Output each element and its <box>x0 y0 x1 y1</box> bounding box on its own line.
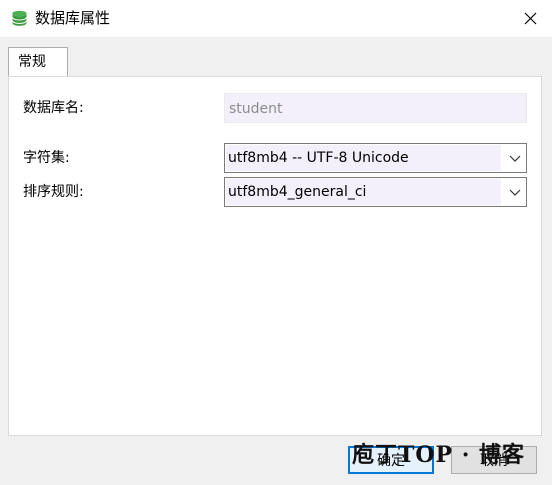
close-icon <box>524 12 536 25</box>
tab-general[interactable]: 常规 <box>8 47 68 77</box>
window-title: 数据库属性 <box>35 9 111 27</box>
charset-value: utf8mb4 -- UTF-8 Unicode <box>226 145 501 171</box>
collation-select[interactable]: utf8mb4_general_ci <box>224 177 527 207</box>
collation-value: utf8mb4_general_ci <box>226 179 501 205</box>
tab-strip: 常规 <box>0 37 552 77</box>
chevron-down-icon <box>509 155 521 162</box>
general-panel <box>8 76 542 436</box>
database-name-field: student <box>224 93 527 123</box>
database-name-value: student <box>229 101 283 117</box>
collation-label: 排序规则: <box>23 184 84 200</box>
tab-general-label: 常规 <box>18 54 46 70</box>
close-button[interactable] <box>508 0 552 37</box>
cancel-button[interactable]: 取消 <box>451 446 537 474</box>
database-icon <box>12 10 27 26</box>
ok-button[interactable]: 确定 <box>348 446 434 474</box>
charset-label: 字符集: <box>23 150 70 166</box>
charset-select[interactable]: utf8mb4 -- UTF-8 Unicode <box>224 143 527 173</box>
chevron-down-icon <box>509 189 521 196</box>
title-bar: 数据库属性 <box>0 0 552 37</box>
database-name-label: 数据库名: <box>23 100 84 116</box>
